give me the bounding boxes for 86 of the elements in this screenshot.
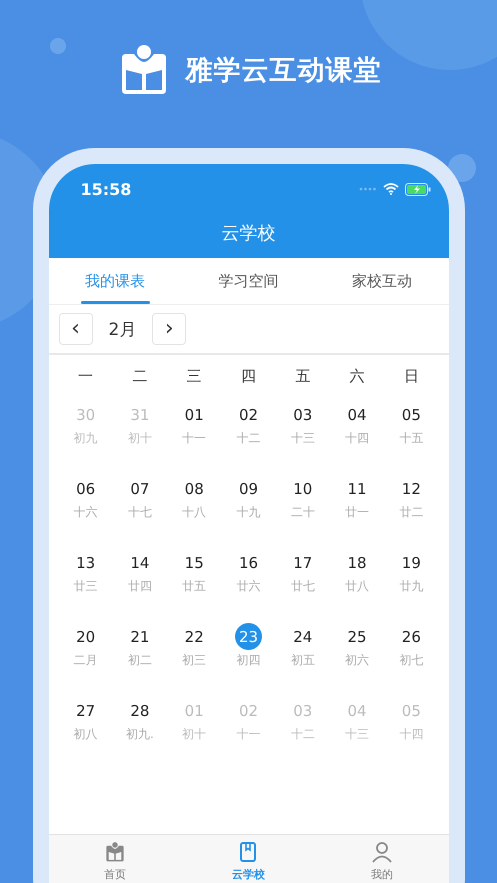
day-number[interactable]: 21 bbox=[126, 623, 154, 650]
lunar-date: 二月 bbox=[74, 652, 98, 669]
month-label: 2月 bbox=[108, 318, 138, 340]
lunar-date: 十一 bbox=[182, 430, 206, 447]
lunar-date: 廿三 bbox=[74, 578, 98, 595]
weekday-label: 六 bbox=[348, 366, 366, 387]
weekday-label: 三 bbox=[186, 366, 203, 387]
lunar-date: 十四 bbox=[399, 726, 424, 743]
lunar-date: 十三 bbox=[345, 726, 370, 743]
lunar-date: 廿五 bbox=[182, 578, 206, 595]
day-number[interactable]: 18 bbox=[344, 549, 371, 576]
background-circle bbox=[50, 38, 66, 54]
day-number[interactable]: 19 bbox=[398, 549, 425, 576]
lunar-date: 初八 bbox=[74, 726, 98, 743]
weekday-label: 一 bbox=[77, 366, 94, 387]
lunar-date: 初六 bbox=[345, 652, 370, 669]
day-number[interactable]: 28 bbox=[126, 697, 154, 724]
day-number[interactable]: 14 bbox=[126, 549, 154, 576]
book-figure-icon bbox=[104, 841, 126, 863]
weekday-label: 二 bbox=[131, 366, 148, 387]
lunar-date: 初四 bbox=[236, 652, 260, 669]
lunar-date: 十四 bbox=[345, 430, 370, 447]
day-number[interactable]: 06 bbox=[72, 475, 100, 502]
tab[interactable]: 学习空间 bbox=[182, 258, 316, 304]
lunar-date: 廿六 bbox=[236, 578, 260, 595]
status-time: 15:58 bbox=[80, 180, 132, 198]
lunar-date: 廿四 bbox=[128, 578, 152, 595]
lunar-date: 十八 bbox=[182, 504, 206, 521]
lunar-date: 十二 bbox=[290, 726, 315, 743]
lunar-date: 廿九 bbox=[399, 578, 424, 595]
lunar-date: 廿八 bbox=[345, 578, 370, 595]
lunar-date: 廿七 bbox=[290, 578, 315, 595]
lunar-date: 十三 bbox=[290, 430, 315, 447]
weekday-label: 五 bbox=[294, 366, 312, 387]
day-number[interactable]: 24 bbox=[289, 623, 316, 650]
day-number[interactable]: 22 bbox=[180, 623, 208, 650]
day-number[interactable]: 16 bbox=[234, 549, 262, 576]
tab[interactable]: 家校互动 bbox=[315, 258, 448, 304]
person-icon bbox=[370, 841, 393, 863]
weekday-label: 日 bbox=[402, 366, 420, 387]
day-number[interactable]: 08 bbox=[180, 475, 208, 502]
lunar-date: 初九. bbox=[126, 726, 154, 743]
lunar-date: 十九 bbox=[236, 504, 260, 521]
lunar-date: 初七 bbox=[399, 652, 424, 669]
lunar-date: 初十 bbox=[128, 430, 152, 447]
weekday-label: 四 bbox=[240, 366, 257, 387]
battery-icon bbox=[404, 182, 430, 196]
background-circle bbox=[448, 154, 476, 182]
previous-month-button[interactable]: ‹ bbox=[58, 313, 92, 345]
day-number[interactable]: 13 bbox=[72, 549, 100, 576]
day-number[interactable]: 12 bbox=[398, 475, 425, 502]
day-number[interactable]: 05 bbox=[398, 401, 425, 428]
next-month-button[interactable]: › bbox=[152, 313, 186, 345]
lunar-date: 十五 bbox=[399, 430, 424, 447]
lunar-date: 十一 bbox=[236, 726, 260, 743]
lunar-date: 二十 bbox=[290, 504, 315, 521]
tab-bar-item[interactable]: 首页 bbox=[48, 841, 182, 883]
day-number[interactable]: 25 bbox=[344, 623, 371, 650]
lunar-date: 十七 bbox=[128, 504, 152, 521]
day-number[interactable]: 03 bbox=[289, 401, 316, 428]
lunar-date: 初五 bbox=[290, 652, 315, 669]
day-number[interactable]: 27 bbox=[72, 697, 100, 724]
lunar-date: 十二 bbox=[236, 430, 260, 447]
day-number[interactable]: 01 bbox=[180, 401, 208, 428]
lunar-date: 初十 bbox=[182, 726, 206, 743]
lunar-date: 廿二 bbox=[399, 504, 424, 521]
day-number[interactable]: 10 bbox=[289, 475, 316, 502]
lunar-date: 初二 bbox=[128, 652, 152, 669]
day-number[interactable]: 20 bbox=[72, 623, 100, 650]
lunar-date: 初九 bbox=[74, 430, 98, 447]
day-number[interactable]: 02 bbox=[234, 401, 262, 428]
wifi-icon bbox=[382, 183, 398, 195]
page-title: 云学校 bbox=[220, 222, 276, 246]
day-number[interactable]: 07 bbox=[126, 475, 154, 502]
lunar-date: 廿一 bbox=[345, 504, 370, 521]
signal-icon bbox=[358, 187, 376, 191]
app-title: 雅学云互动课堂 bbox=[186, 54, 382, 88]
lunar-date: 十六 bbox=[74, 504, 98, 521]
lunar-date: 初三 bbox=[182, 652, 206, 669]
tab-bar-item[interactable]: 我的 bbox=[315, 841, 448, 883]
day-number[interactable]: 15 bbox=[180, 549, 208, 576]
day-number[interactable]: 11 bbox=[344, 475, 371, 502]
day-number[interactable]: 26 bbox=[398, 623, 425, 650]
day-number[interactable]: 04 bbox=[344, 401, 371, 428]
day-number[interactable]: 09 bbox=[234, 475, 262, 502]
day-number[interactable]: 17 bbox=[289, 549, 316, 576]
